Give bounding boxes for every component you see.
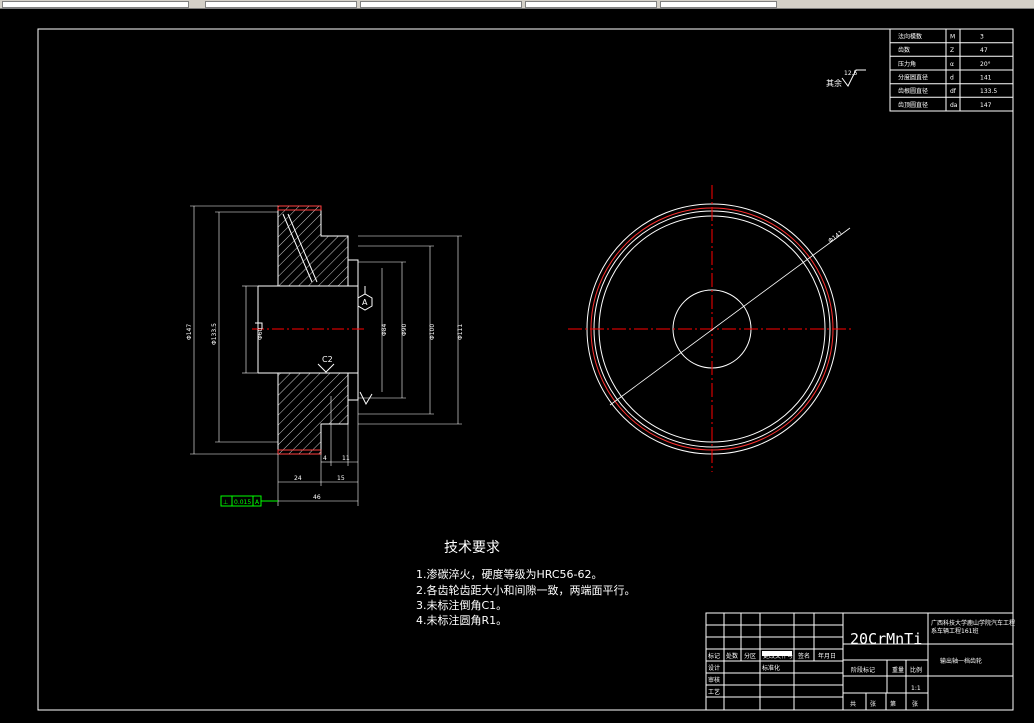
param-name: 齿顶圆直径 (898, 101, 928, 109)
param-name: 齿根圆直径 (898, 87, 928, 95)
svg-text:Φ133.5: Φ133.5 (211, 323, 218, 345)
roughness-symbol: 其余 12.5 (826, 69, 866, 88)
param-name: 压力角 (898, 60, 916, 68)
school-name: 系车辆工程161班 (931, 627, 978, 635)
title-block-label: 审核 (708, 676, 720, 684)
param-value: 133.5 (980, 88, 997, 95)
section-view: Φ147 Φ133.5 Φ60 Φ84 Φ90 Φ100 Φ111 24 15 … (186, 205, 464, 506)
param-symbol: df (950, 88, 957, 95)
svg-text:0.015: 0.015 (234, 499, 251, 506)
tech-req-item: 2.各齿轮齿距大小和间隙一致，两端面平行。 (416, 583, 636, 597)
svg-text:其余: 其余 (826, 78, 842, 88)
school-name: 广西科技大学鹿山学院汽车工程 (931, 619, 1015, 627)
toolbar-field[interactable] (2, 1, 189, 8)
tech-req-item: 3.未标注倒角C1。 (416, 598, 507, 612)
part-name: 输出轴一档齿轮 (940, 657, 982, 665)
svg-text:12.5: 12.5 (844, 70, 858, 77)
drawing-border (37, 28, 1014, 711)
tech-req-item: 4.未标注圆角R1。 (416, 613, 507, 627)
technical-requirements: 技术要求 1.渗碳淬火，硬度等级为HRC56-62。 2.各齿轮齿距大小和间隙一… (416, 540, 636, 627)
title-block-header: 处数 (726, 652, 738, 660)
param-name: 分度圆直径 (898, 74, 928, 82)
svg-text:C2: C2 (322, 355, 333, 364)
title-block-sheet: 张 (870, 700, 876, 708)
title-block-label: 重量 (892, 666, 904, 674)
cad-drawing-canvas[interactable]: 法向模数 M 3 齿数 Z 47 压力角 α 20° 分度圆直径 d 141 齿根圆直径 df 133.5 齿… (0, 8, 1034, 723)
toolbar-field[interactable] (205, 1, 357, 8)
param-value: 147 (980, 102, 992, 109)
param-symbol: M (950, 34, 955, 41)
svg-text:15: 15 (337, 475, 345, 482)
tech-req-title: 技术要求 (444, 540, 500, 556)
gear-parameter-table: 法向模数 M 3 齿数 Z 47 压力角 α 20° 分度圆直径 d 141 齿根圆直径 df 133.5 齿… (889, 28, 1014, 112)
svg-text:1:1: 1:1 (911, 685, 921, 692)
svg-text:Φ60: Φ60 (257, 327, 264, 340)
param-symbol: Z (950, 47, 954, 54)
toolbar-field[interactable] (360, 1, 522, 8)
title-block-header: 年月日 (818, 652, 836, 660)
param-value: 3 (980, 34, 984, 41)
svg-text:Φ84: Φ84 (381, 323, 388, 336)
svg-text:Φ141: Φ141 (827, 229, 844, 244)
svg-text:Φ111: Φ111 (457, 324, 464, 340)
title-block-label: 设计 (708, 664, 720, 672)
svg-text:24: 24 (294, 475, 302, 482)
param-name: 齿数 (898, 46, 910, 54)
hatch-lower (277, 372, 349, 455)
svg-text:Φ147: Φ147 (186, 324, 193, 340)
svg-text:Φ90: Φ90 (401, 323, 408, 336)
toolbar-field[interactable] (660, 1, 777, 8)
title-block-label: 标准化 (762, 664, 780, 672)
title-block: 标记 处数 分区 更改文件号 签名 年月日设计审核工艺 标准化 阶段标记 重量 比例共 张 第 张 广西科… (705, 612, 1015, 711)
param-name: 法向模数 (898, 33, 922, 41)
title-block-header: 分区 (744, 652, 756, 660)
title-block-sheet: 张 (912, 700, 918, 708)
svg-text:46: 46 (313, 494, 321, 501)
svg-text:Φ100: Φ100 (429, 324, 436, 340)
param-value: 47 (980, 47, 988, 54)
svg-text:A: A (362, 298, 368, 307)
front-view: Φ141 (568, 185, 852, 472)
title-block-header: 更改文件号 (763, 652, 793, 660)
param-symbol: d (950, 75, 954, 82)
svg-text:11: 11 (342, 455, 350, 462)
tech-req-item: 1.渗碳淬火，硬度等级为HRC56-62。 (416, 567, 603, 581)
svg-text:⊥: ⊥ (223, 499, 228, 506)
hatch-upper (277, 205, 349, 287)
param-symbol: da (950, 102, 958, 109)
title-block-header: 标记 (708, 652, 720, 660)
svg-text:4: 4 (323, 455, 327, 462)
title-block-sheet: 共 (850, 700, 856, 708)
title-block-sheet: 第 (890, 700, 896, 708)
toolbar-field[interactable] (525, 1, 657, 8)
title-block-label: 阶段标记 (851, 666, 875, 674)
perpendicularity-tolerance-frame: ⊥ 0.015 A (220, 495, 278, 507)
material-label: 20CrMnTi (850, 630, 922, 648)
param-symbol: α (950, 61, 954, 68)
title-block-header: 签名 (798, 652, 810, 660)
title-block-label: 比例 (910, 666, 922, 674)
svg-text:A: A (255, 499, 260, 506)
title-block-label: 工艺 (708, 688, 720, 696)
param-value: 20° (980, 61, 991, 68)
param-value: 141 (980, 75, 992, 82)
